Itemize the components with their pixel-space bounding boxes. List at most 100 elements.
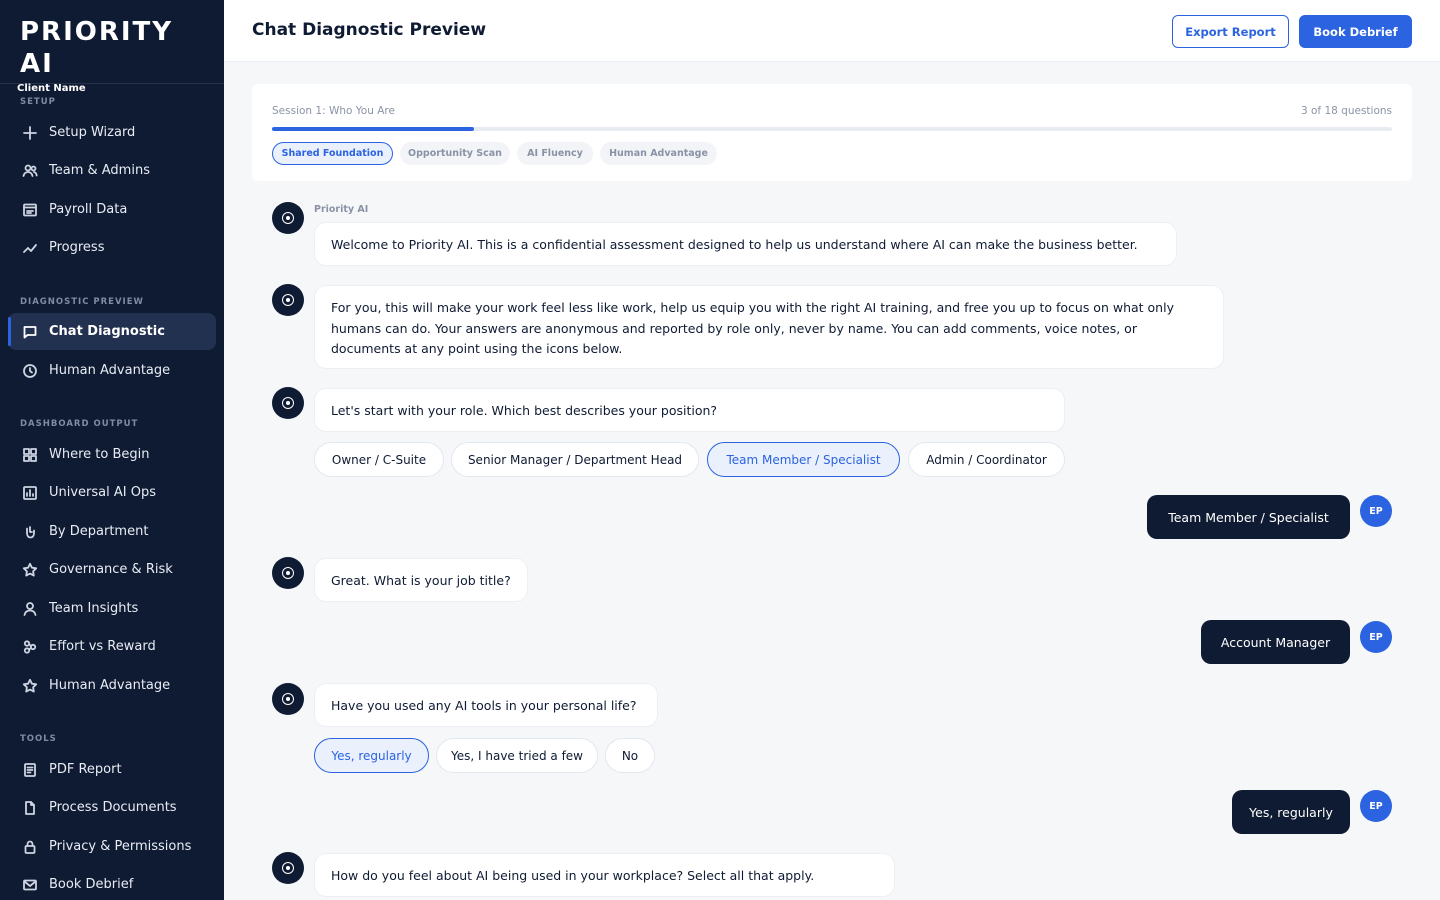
lock-icon bbox=[22, 839, 38, 855]
plus-icon bbox=[22, 125, 38, 141]
sidebar-item-universal-ai-ops[interactable]: Universal AI Ops bbox=[8, 474, 216, 511]
sidebar-item-label: Universal AI Ops bbox=[49, 485, 157, 500]
clock-icon bbox=[22, 363, 38, 379]
option-admin-coordinator[interactable]: Admin / Coordinator bbox=[908, 442, 1065, 477]
sidebar-item-label: Human Advantage bbox=[49, 363, 171, 378]
sidebar-item-label: Process Documents bbox=[49, 800, 177, 815]
hand-icon bbox=[22, 524, 38, 540]
chat-icon bbox=[22, 324, 38, 340]
top-header: Chat Diagnostic Preview Export Report Bo… bbox=[224, 0, 1440, 62]
bot-icon bbox=[282, 693, 294, 705]
user-icon bbox=[22, 601, 38, 617]
sidebar-item-label: Team Insights bbox=[49, 601, 139, 616]
section-diagnostic-preview: DIAGNOSTIC PREVIEW bbox=[20, 297, 144, 307]
grid-icon bbox=[22, 447, 38, 463]
progress-fill bbox=[272, 127, 474, 131]
sidebar: PRIORITY AI Client Name SETUP Setup Wiza… bbox=[0, 0, 224, 900]
bot-icon bbox=[282, 397, 294, 409]
users-icon bbox=[22, 163, 38, 179]
bot-message: Great. What is your job title? bbox=[314, 558, 528, 602]
sidebar-item-effort-vs-reward[interactable]: Effort vs Reward bbox=[8, 628, 216, 665]
bot-icon bbox=[282, 294, 294, 306]
bot-avatar bbox=[272, 852, 304, 884]
option-owner-c-suite[interactable]: Owner / C-Suite bbox=[314, 442, 444, 477]
trend-icon bbox=[22, 240, 38, 256]
mail-icon bbox=[22, 877, 38, 893]
sidebar-item-process-documents[interactable]: Process Documents bbox=[8, 789, 216, 826]
sidebar-item-payroll-data[interactable]: Payroll Data bbox=[8, 191, 216, 228]
option-senior-manager[interactable]: Senior Manager / Department Head bbox=[451, 442, 699, 477]
option-no[interactable]: No bbox=[605, 738, 655, 773]
option-yes-regularly[interactable]: Yes, regularly bbox=[314, 738, 429, 773]
bot-icon bbox=[282, 212, 294, 224]
export-report-button[interactable]: Export Report bbox=[1172, 15, 1289, 48]
brand-title: PRIORITY AI bbox=[20, 17, 174, 79]
page-title: Chat Diagnostic Preview bbox=[252, 20, 487, 40]
section-dashboard-output: DASHBOARD OUTPUT bbox=[20, 419, 139, 429]
brand: PRIORITY AI Client Name bbox=[0, 0, 224, 94]
sidebar-item-team-admins[interactable]: Team & Admins bbox=[8, 152, 216, 189]
client-name: Client Name bbox=[17, 83, 86, 94]
bot-message: For you, this will make your work feel l… bbox=[314, 285, 1224, 369]
user-avatar: EP bbox=[1360, 790, 1392, 822]
bot-avatar bbox=[272, 387, 304, 419]
sidebar-item-human-advantage-output[interactable]: Human Advantage bbox=[8, 667, 216, 704]
user-avatar: EP bbox=[1360, 621, 1392, 653]
sidebar-item-label: Effort vs Reward bbox=[49, 639, 156, 654]
tab-ai-fluency[interactable]: AI Fluency bbox=[517, 142, 593, 165]
sidebar-item-label: By Department bbox=[49, 524, 149, 539]
sidebar-item-governance-risk[interactable]: Governance & Risk bbox=[8, 551, 216, 588]
sidebar-item-label: Setup Wizard bbox=[49, 125, 136, 140]
user-message: Yes, regularly bbox=[1232, 790, 1350, 834]
section-setup: SETUP bbox=[20, 97, 56, 107]
book-debrief-button[interactable]: Book Debrief bbox=[1299, 15, 1412, 48]
bot-icon bbox=[282, 862, 294, 874]
bot-avatar bbox=[272, 202, 304, 234]
sidebar-item-label: Progress bbox=[49, 240, 105, 255]
bot-icon bbox=[282, 567, 294, 579]
payroll-icon bbox=[22, 202, 38, 218]
sidebar-item-progress[interactable]: Progress bbox=[8, 229, 216, 266]
sidebar-item-label: Where to Begin bbox=[49, 447, 150, 462]
sidebar-item-by-department[interactable]: By Department bbox=[8, 513, 216, 550]
section-tools: TOOLS bbox=[20, 734, 57, 744]
sidebar-item-label: Payroll Data bbox=[49, 202, 128, 217]
sidebar-item-label: PDF Report bbox=[49, 762, 122, 777]
bot-message: Welcome to Priority AI. This is a confid… bbox=[314, 222, 1177, 266]
sidebar-item-chat-diagnostic[interactable]: Chat Diagnostic bbox=[8, 313, 216, 350]
bot-message: Let's start with your role. Which best d… bbox=[314, 388, 1065, 432]
sidebar-item-where-to-begin[interactable]: Where to Begin bbox=[8, 436, 216, 473]
tab-human-advantage[interactable]: Human Advantage bbox=[600, 142, 717, 165]
star-icon bbox=[22, 562, 38, 578]
option-yes-tried-few[interactable]: Yes, I have tried a few bbox=[436, 738, 598, 773]
nodes-icon bbox=[22, 639, 38, 655]
sidebar-item-label: Book Debrief bbox=[49, 877, 134, 892]
option-team-member[interactable]: Team Member / Specialist bbox=[707, 442, 900, 477]
progress-card: Session 1: Who You Are 3 of 18 questions… bbox=[252, 84, 1412, 181]
bot-avatar bbox=[272, 683, 304, 715]
sidebar-item-pdf-report[interactable]: PDF Report bbox=[8, 751, 216, 788]
user-message: Account Manager bbox=[1201, 620, 1350, 664]
chart-icon bbox=[22, 485, 38, 501]
sidebar-item-label: Team & Admins bbox=[49, 163, 150, 178]
question-count: 3 of 18 questions bbox=[1300, 105, 1392, 117]
sidebar-item-setup-wizard[interactable]: Setup Wizard bbox=[8, 114, 216, 151]
document-icon bbox=[22, 762, 38, 778]
tab-opportunity-scan[interactable]: Opportunity Scan bbox=[400, 142, 510, 165]
bot-message: How do you feel about AI being used in y… bbox=[314, 853, 895, 897]
session-label: Session 1: Who You Are bbox=[272, 105, 395, 117]
sidebar-item-privacy-permissions[interactable]: Privacy & Permissions bbox=[8, 828, 216, 865]
sidebar-item-label: Chat Diagnostic bbox=[49, 324, 165, 339]
sidebar-item-label: Human Advantage bbox=[49, 678, 171, 693]
sidebar-item-book-debrief[interactable]: Book Debrief bbox=[8, 866, 216, 900]
star-icon bbox=[22, 678, 38, 694]
tab-shared-foundation[interactable]: Shared Foundation bbox=[272, 142, 393, 165]
sidebar-item-human-advantage[interactable]: Human Advantage bbox=[8, 352, 216, 389]
user-avatar: EP bbox=[1360, 495, 1392, 527]
sidebar-item-team-insights[interactable]: Team Insights bbox=[8, 590, 216, 627]
sidebar-item-label: Privacy & Permissions bbox=[49, 839, 192, 854]
user-message: Team Member / Specialist bbox=[1147, 495, 1350, 539]
file-icon bbox=[22, 800, 38, 816]
sender-name: Priority AI bbox=[314, 204, 369, 215]
bot-avatar bbox=[272, 284, 304, 316]
